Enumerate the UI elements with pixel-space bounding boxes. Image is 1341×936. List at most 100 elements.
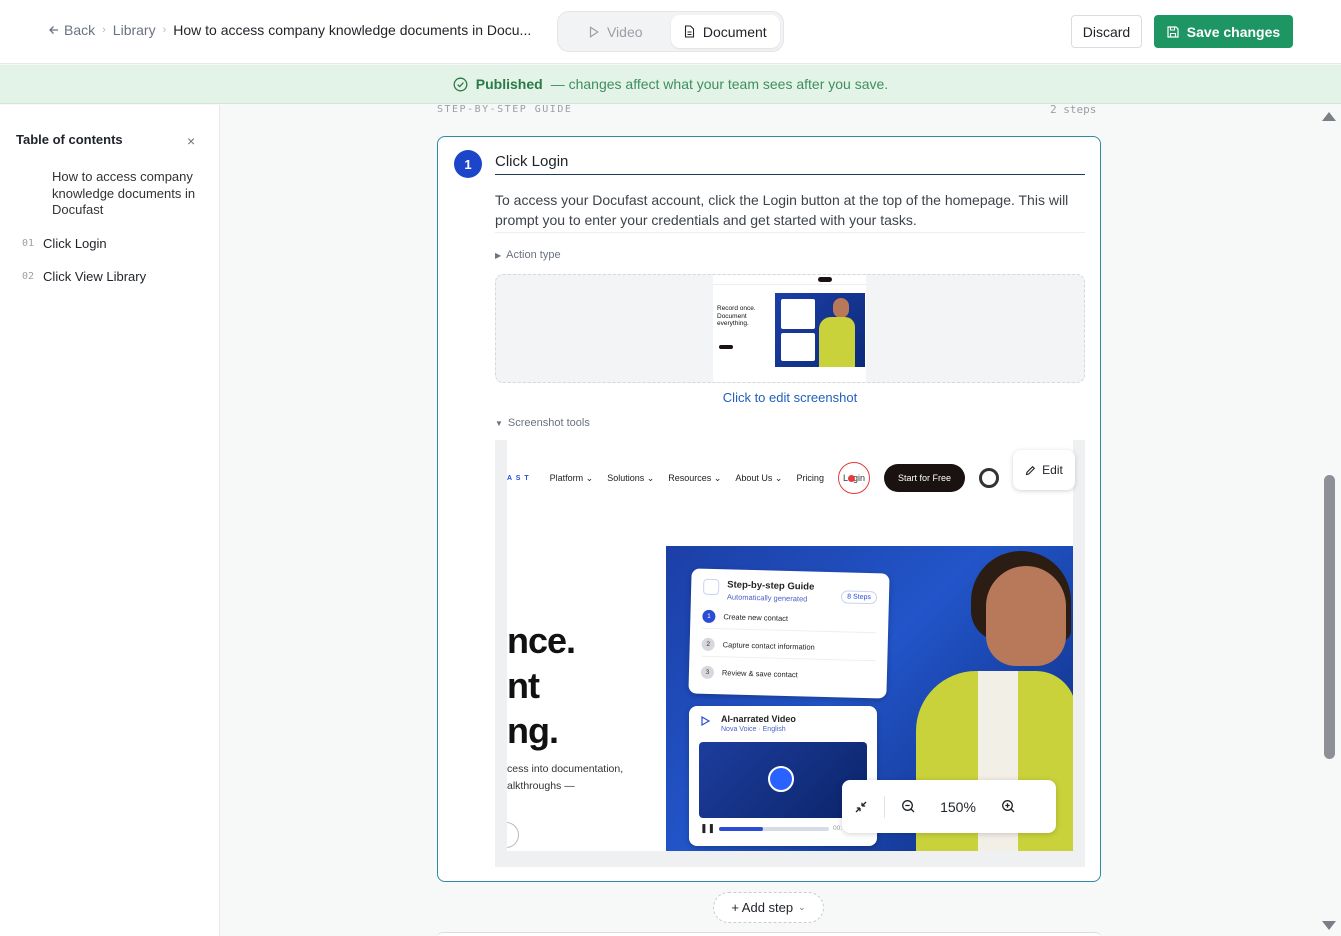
screenshot-thumbnail-area[interactable]: Record once. Document everything. xyxy=(495,274,1085,383)
tab-video[interactable]: Video xyxy=(561,15,671,48)
play-icon xyxy=(701,715,711,727)
action-type-toggle[interactable]: ▶ Action type xyxy=(495,249,561,261)
caret-down-icon: ▼ xyxy=(495,418,503,428)
divider xyxy=(884,795,885,818)
site-hero-headline: nce. nt ng. xyxy=(507,618,576,753)
site-guide-card: Step-by-step Guide Automatically generat… xyxy=(688,568,890,699)
edit-screenshot-link[interactable]: Click to edit screenshot xyxy=(495,390,1085,405)
zoom-controls: 150% xyxy=(842,780,1056,833)
screenshot-preview[interactable]: A S T Platform ⌄ Solutions ⌄ Resources ⌄… xyxy=(495,440,1085,867)
pencil-icon xyxy=(1025,465,1036,475)
zoom-in-icon xyxy=(1001,800,1014,813)
scrollbar-thumb[interactable] xyxy=(1324,475,1335,759)
row-number: 3 xyxy=(700,665,715,680)
site-nav: A S T Platform ⌄ Solutions ⌄ Resources ⌄… xyxy=(507,462,999,494)
thumb-button xyxy=(719,345,733,349)
scroll-up-arrow-icon[interactable] xyxy=(1322,112,1336,121)
document-icon xyxy=(702,578,720,596)
toc-item-click-view-library[interactable]: 02 Click View Library xyxy=(22,269,146,284)
add-step-button[interactable]: + Add step ⌄ xyxy=(713,892,824,923)
chevron-down-icon: ⌄ xyxy=(798,902,806,912)
row-label: Capture contact information xyxy=(722,640,815,652)
figure-head xyxy=(986,566,1066,666)
zoom-out-button[interactable] xyxy=(889,780,927,833)
published-message: — changes affect what your team sees aft… xyxy=(550,76,889,92)
pause-icon: ❚❚ xyxy=(700,823,716,833)
site-scroll-circle xyxy=(507,822,519,848)
site-nav-label: Platform xyxy=(549,472,584,483)
collapse-button[interactable] xyxy=(842,780,880,833)
thumb-cta xyxy=(818,277,832,282)
step-number-badge: 1 xyxy=(454,150,482,178)
view-toggle: Video Document xyxy=(557,11,784,52)
play-icon xyxy=(589,25,599,38)
zoom-out-icon xyxy=(901,800,914,813)
hero-line: nt xyxy=(507,665,540,706)
play-button-icon xyxy=(768,766,794,792)
hero-sub-line: cess into documentation, xyxy=(507,763,624,775)
breadcrumb-library[interactable]: Library xyxy=(113,22,156,38)
save-changes-button[interactable]: Save changes xyxy=(1154,15,1293,48)
thumb-video-card xyxy=(781,333,815,361)
scroll-down-arrow-icon[interactable] xyxy=(1322,921,1336,930)
site-nav-item: Resources ⌄ xyxy=(668,472,722,483)
video-card-title: AI-narrated Video xyxy=(721,714,796,724)
thumb-nav-bar xyxy=(713,275,866,285)
site-cta-button: Start for Free xyxy=(883,464,965,492)
screenshot-tools-toggle[interactable]: ▼ Screenshot tools xyxy=(495,417,590,429)
published-status: Published xyxy=(475,76,543,92)
guide-card-row: 3 Review & save contact xyxy=(700,665,875,689)
check-circle-icon xyxy=(453,77,468,91)
step-description-field[interactable]: To access your Docufast account, click t… xyxy=(495,190,1085,233)
video-progress-bar xyxy=(719,827,829,831)
row-label: Review & save contact xyxy=(721,668,798,680)
guide-card-row: 1 Create new contact xyxy=(702,609,877,634)
screenshot-thumbnail[interactable]: Record once. Document everything. xyxy=(713,275,866,382)
add-step-label: + Add step xyxy=(731,900,794,915)
step-card: 1 Click Login To access your Docufast ac… xyxy=(437,136,1101,882)
step-title-field[interactable]: Click Login xyxy=(495,153,1085,175)
zoom-in-button[interactable] xyxy=(989,780,1027,833)
row-number: 2 xyxy=(701,637,715,652)
back-label: Back xyxy=(64,22,96,38)
floppy-disk-icon xyxy=(1167,25,1179,38)
toc-item-number: 01 xyxy=(22,238,35,249)
close-icon[interactable]: × xyxy=(187,133,195,149)
breadcrumb: Back › Library › How to access company k… xyxy=(48,22,531,38)
site-nav-pricing: Pricing xyxy=(796,473,824,483)
back-link[interactable]: Back xyxy=(48,22,95,38)
top-bar: Back › Library › How to access company k… xyxy=(0,0,1341,64)
toc-item-click-login[interactable]: 01 Click Login xyxy=(22,236,107,251)
guide-section-label: STEP-BY-STEP GUIDE xyxy=(437,104,573,115)
toc-document-title[interactable]: How to access company knowledge document… xyxy=(52,169,202,219)
video-progress-fill xyxy=(719,827,763,831)
action-type-label: Action type xyxy=(506,249,561,261)
thumb-headline: Record once. Document everything. xyxy=(717,305,756,327)
zoom-level: 150% xyxy=(940,798,976,815)
video-card-subtitle: Nova Voice · English xyxy=(721,726,786,733)
discard-button[interactable]: Discard xyxy=(1071,15,1142,48)
site-nav-item: About Us ⌄ xyxy=(735,472,783,483)
toc-title: Table of contents xyxy=(16,132,123,147)
tab-document-label: Document xyxy=(702,23,767,40)
site-nav-item: Solutions ⌄ xyxy=(607,472,655,483)
site-nav-item: Platform ⌄ xyxy=(549,472,594,483)
toc-item-label: Click View Library xyxy=(43,269,147,284)
thumb-figure-body xyxy=(819,317,855,367)
breadcrumb-current: How to access company knowledge document… xyxy=(173,22,532,38)
screenshot-tools-label: Screenshot tools xyxy=(507,417,590,429)
site-nav-label: About Us xyxy=(735,472,773,483)
toc-item-label: Click Login xyxy=(43,236,107,251)
chevron-right-icon: › xyxy=(102,24,106,36)
arrow-left-icon xyxy=(49,26,58,34)
collapse-arrows-icon xyxy=(855,801,867,812)
document-icon xyxy=(684,25,694,38)
caret-right-icon: ▶ xyxy=(495,250,502,260)
tab-video-label: Video xyxy=(606,23,643,40)
hero-line: ng. xyxy=(507,710,559,751)
edit-screenshot-button[interactable]: Edit xyxy=(1013,450,1075,490)
save-changes-label: Save changes xyxy=(1186,23,1281,40)
step-count: 2 steps xyxy=(1050,103,1097,116)
site-logo: A S T xyxy=(507,474,530,482)
tab-document[interactable]: Document xyxy=(670,15,780,48)
